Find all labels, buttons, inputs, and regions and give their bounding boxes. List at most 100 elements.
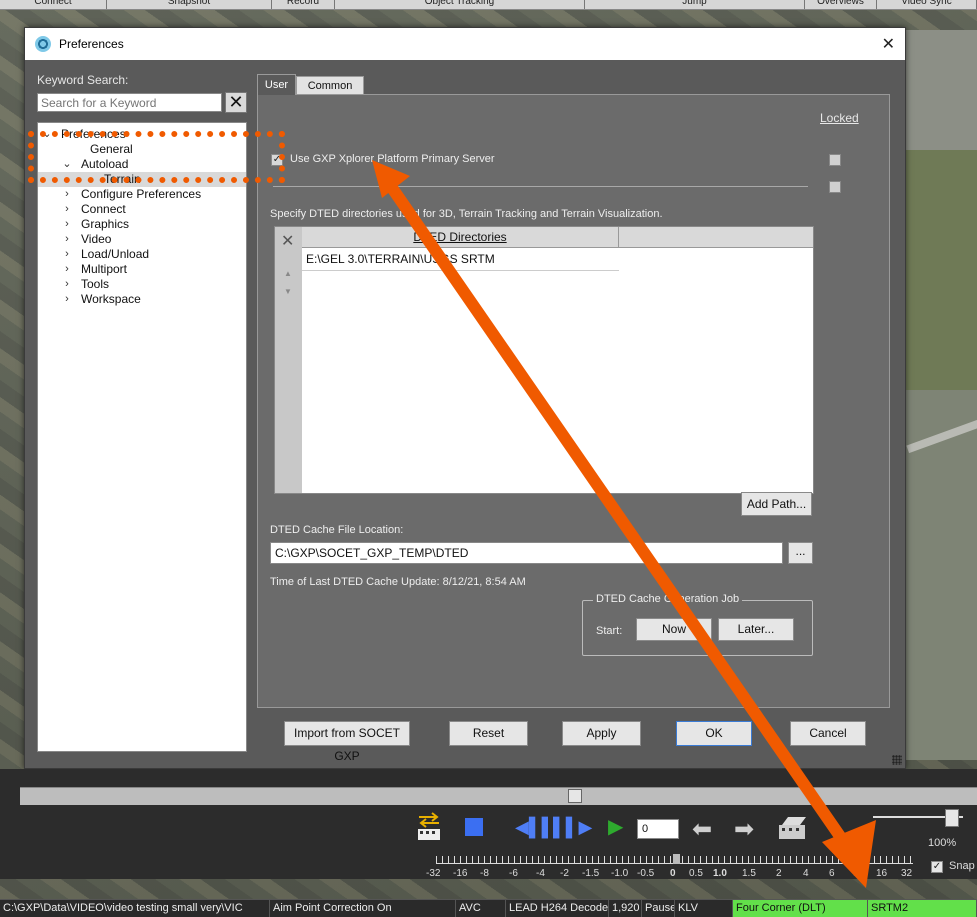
timeline-scrollbar[interactable] — [20, 787, 977, 805]
topbar-tab-object-tracking[interactable]: Object Tracking — [335, 0, 585, 9]
chevron-right-icon[interactable]: › — [62, 292, 72, 307]
tree-item-multiport[interactable]: › Multiport — [38, 262, 246, 277]
lock-checkbox-gxp[interactable] — [829, 154, 841, 166]
field-patch — [905, 150, 977, 390]
ok-button[interactable]: OK — [676, 721, 752, 746]
cancel-button[interactable]: Cancel — [790, 721, 866, 746]
status-codec: AVC — [456, 900, 506, 917]
cache-update-time: Time of Last DTED Cache Update: 8/12/21,… — [270, 576, 526, 588]
keyword-search-input[interactable] — [37, 93, 222, 112]
tab-common[interactable]: Common — [296, 76, 364, 95]
chevron-right-icon[interactable]: › — [62, 217, 72, 232]
tree-item-label: Tools — [81, 277, 110, 291]
speed-tick: -6 — [509, 868, 518, 879]
speed-tick: -8 — [480, 868, 489, 879]
dted-table-header: DTED Directories — [302, 227, 813, 248]
dted-side-toolbar: ✕ ▲ ▼ — [275, 227, 302, 493]
resize-grip[interactable] — [892, 755, 902, 765]
tree-item-video[interactable]: › Video — [38, 232, 246, 247]
dted-directories-column[interactable]: DTED Directories — [302, 227, 619, 248]
speed-tick: 1.0 — [713, 868, 727, 879]
topbar-tab-snapshot[interactable]: Snapshot — [107, 0, 272, 9]
status-resolution: 1,920 — [609, 900, 642, 917]
speed-tick: -2 — [560, 868, 569, 879]
step-forward-icon[interactable]: ▌▌▶ — [553, 816, 592, 838]
chevron-right-icon[interactable]: › — [62, 202, 72, 217]
group-title: DTED Cache Generation Job — [593, 593, 743, 605]
table-row[interactable]: E:\GEL 3.0\TERRAIN\USGS SRTM — [302, 249, 619, 271]
speed-tick: -0.5 — [637, 868, 655, 879]
video-player-controls: ◀▌▌ ▌▌▶ ▶ 0 ⬅ ➡ 100% -32 -16 -8 -6 -4 -2… — [0, 769, 977, 879]
status-aim-point: Aim Point Correction On — [270, 900, 456, 917]
clip-icon[interactable] — [778, 815, 808, 841]
loop-icon[interactable] — [416, 811, 442, 841]
status-projection: Four Corner (DLT) — [733, 900, 868, 917]
status-terrain-source: SRTM2 — [868, 900, 977, 917]
zoom-slider-thumb[interactable] — [945, 809, 959, 827]
speed-ruler-thumb[interactable] — [673, 854, 680, 864]
tree-item-label: Load/Unload — [81, 247, 150, 261]
speed-tick: 6 — [829, 868, 835, 879]
cache-browse-button[interactable]: ... — [788, 542, 813, 564]
tree-item-load-unload[interactable]: › Load/Unload — [38, 247, 246, 262]
dialog-title-bar: Preferences ✕ — [25, 28, 905, 60]
status-decoder: LEAD H264 Decoder — [506, 900, 609, 917]
topbar-tab-video-sync[interactable]: Video Sync — [877, 0, 977, 9]
tree-item-label: Workspace — [81, 292, 141, 306]
cache-location-field[interactable]: C:\GXP\SOCET_GXP_TEMP\DTED — [270, 542, 783, 564]
cache-location-label: DTED Cache File Location: — [270, 524, 404, 536]
use-gxp-label: Use GXP Xplorer Platform Primary Server — [290, 153, 495, 165]
keyword-search-label: Keyword Search: — [37, 73, 129, 87]
annotation-highlight-box — [28, 131, 285, 183]
tree-item-connect[interactable]: › Connect — [38, 202, 246, 217]
topbar-tab-record[interactable]: Record — [272, 0, 335, 9]
import-from-socet-button[interactable]: Import from SOCET GXP — [284, 721, 410, 763]
tree-item-configure-preferences[interactable]: › Configure Preferences — [38, 187, 246, 202]
start-label: Start: — [596, 625, 623, 637]
playback-controls: ◀▌▌ ▌▌▶ ▶ 0 ⬅ ➡ 100% — [0, 809, 977, 851]
start-later-button[interactable]: Later... — [718, 618, 794, 641]
tree-item-label: Graphics — [81, 217, 130, 231]
speed-tick: -1.5 — [582, 868, 600, 879]
step-back-icon[interactable]: ◀▌▌ — [515, 816, 554, 838]
user-settings-panel: Locked ✓ Use GXP Xplorer Platform Primar… — [257, 94, 890, 708]
speed-tick: 4 — [803, 868, 809, 879]
frame-input[interactable]: 0 — [637, 819, 679, 839]
lock-checkbox-dted[interactable] — [829, 181, 841, 193]
tree-item-tools[interactable]: › Tools — [38, 277, 246, 292]
field-patch — [905, 30, 977, 150]
chevron-right-icon[interactable]: › — [62, 277, 72, 292]
snap-checkbox[interactable]: ✓ — [931, 861, 943, 873]
preferences-tree: ⌄ Preferences General ⌄ Autoload Terrain ›… — [37, 122, 247, 752]
tree-item-graphics[interactable]: › Graphics — [38, 217, 246, 232]
timeline-thumb[interactable] — [568, 789, 582, 803]
start-now-button[interactable]: Now — [636, 618, 712, 641]
chevron-right-icon[interactable]: › — [62, 247, 72, 262]
chevron-right-icon[interactable]: › — [62, 262, 72, 277]
remove-path-icon[interactable]: ✕ — [281, 231, 294, 251]
add-path-button[interactable]: Add Path... — [741, 492, 812, 516]
speed-tick: -4 — [536, 868, 545, 879]
topbar-tab-jump[interactable]: Jump — [585, 0, 805, 9]
snap-label: Snap — [949, 860, 975, 872]
previous-arrow-icon[interactable]: ⬅ — [692, 815, 712, 844]
speed-tick: 8 — [853, 868, 859, 879]
topbar-tab-overviews[interactable]: Overviews — [805, 0, 877, 9]
topbar-tab-connect[interactable]: Connect — [0, 0, 107, 9]
tree-item-workspace[interactable]: › Workspace — [38, 292, 246, 307]
apply-button[interactable]: Apply — [562, 721, 641, 746]
status-file-path: C:\GXP\Data\VIDEO\video testing small ve… — [0, 900, 270, 917]
clear-search-button[interactable]: ✕ — [225, 92, 247, 113]
play-icon[interactable]: ▶ — [608, 814, 623, 839]
locked-column-header: Locked — [820, 111, 859, 125]
chevron-right-icon[interactable]: › — [62, 187, 72, 202]
stop-icon[interactable] — [465, 818, 483, 836]
tab-user[interactable]: User — [257, 74, 296, 95]
move-down-icon[interactable]: ▼ — [284, 287, 292, 296]
next-arrow-icon[interactable]: ➡ — [734, 815, 754, 844]
dialog-title: Preferences — [59, 37, 124, 51]
chevron-right-icon[interactable]: › — [62, 232, 72, 247]
move-up-icon[interactable]: ▲ — [284, 269, 292, 278]
reset-button[interactable]: Reset — [449, 721, 528, 746]
close-icon[interactable]: ✕ — [882, 34, 895, 54]
